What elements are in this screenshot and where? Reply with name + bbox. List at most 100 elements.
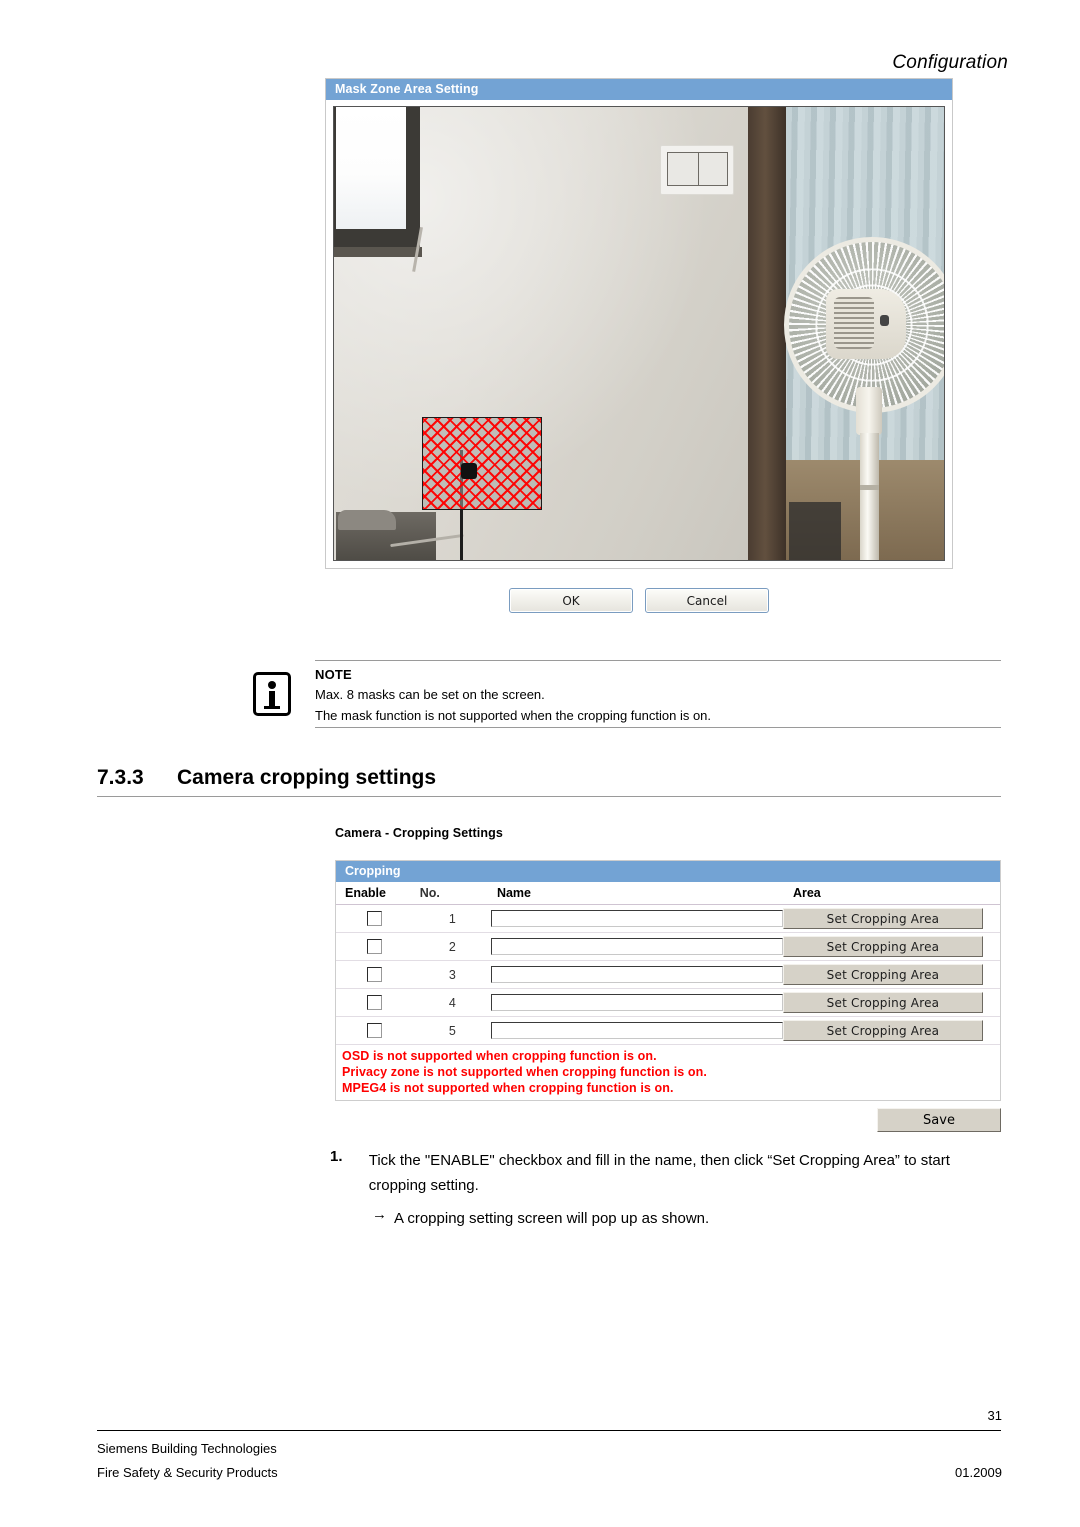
cell-no: 4 — [413, 988, 491, 1017]
cell-no: 3 — [413, 960, 491, 989]
set-cropping-area-button-3[interactable]: Set Cropping Area — [782, 964, 983, 985]
name-input-4[interactable] — [490, 994, 783, 1011]
cell-enable — [336, 932, 414, 961]
note-rule-bottom — [315, 727, 1001, 728]
mask-dialog-button-row: OK Cancel — [325, 588, 953, 613]
fan-pole — [860, 433, 879, 560]
cropping-table-head: Enable No. Name Area — [336, 882, 1000, 905]
cropping-table: Enable No. Name Area 1 Set Cropping Area… — [336, 882, 1000, 1045]
cropping-settings-caption: Camera - Cropping Settings — [335, 826, 503, 840]
cell-name — [490, 988, 783, 1017]
wall-outlet — [461, 463, 477, 479]
set-cropping-area-button-5[interactable]: Set Cropping Area — [782, 1020, 983, 1041]
light-switch-rocker — [667, 152, 728, 186]
name-input-2[interactable] — [490, 938, 783, 955]
mask-zone-area-setting-dialog: Mask Zone Area Setting — [325, 78, 953, 569]
footer-rule — [97, 1430, 1001, 1431]
cropping-table-body: 1 Set Cropping Area 2 Set Cropping Area … — [336, 904, 1000, 1045]
instruction-steps: 1. Tick the "ENABLE" checkbox and fill i… — [330, 1148, 1010, 1231]
window-frame — [334, 107, 420, 255]
set-cropping-area-button-1[interactable]: Set Cropping Area — [782, 908, 983, 929]
mask-dialog-titlebar: Mask Zone Area Setting — [326, 79, 952, 100]
warning-mpeg4: MPEG4 is not supported when cropping fun… — [342, 1081, 674, 1095]
cancel-button[interactable]: Cancel — [645, 588, 769, 613]
cell-name — [490, 1016, 783, 1045]
enable-checkbox-4[interactable] — [367, 994, 383, 1010]
electric-fan — [784, 237, 944, 560]
fan-pole-collar — [860, 485, 879, 490]
column-header-area: Area — [782, 882, 1000, 905]
column-header-enable: Enable — [336, 882, 414, 905]
step-1: 1. Tick the "ENABLE" checkbox and fill i… — [330, 1148, 1010, 1198]
step-1-text: Tick the "ENABLE" checkbox and fill in t… — [368, 1152, 950, 1194]
cell-enable — [336, 960, 414, 989]
cell-enable — [336, 988, 414, 1017]
door-frame-post — [748, 107, 786, 560]
table-row: 2 Set Cropping Area — [336, 932, 1000, 961]
cropping-warnings: OSD is not supported when cropping funct… — [336, 1045, 1000, 1100]
warning-osd: OSD is not supported when cropping funct… — [342, 1049, 657, 1063]
ok-button[interactable]: OK — [509, 588, 633, 613]
cell-area: Set Cropping Area — [782, 988, 1000, 1017]
footer-company: Siemens Building Technologies — [97, 1441, 277, 1456]
fan-hub — [880, 315, 889, 326]
column-header-no: No. — [413, 882, 491, 905]
table-row: 3 Set Cropping Area — [336, 960, 1000, 989]
cloth-on-table — [338, 510, 396, 530]
cropping-panel: Cropping Enable No. Name Area 1 Set Crop… — [335, 860, 1001, 1101]
fan-neck — [856, 387, 882, 435]
section-title: Camera cropping settings — [177, 766, 437, 789]
arrow-right-icon: → — [372, 1206, 387, 1223]
cropping-panel-titlebar: Cropping — [336, 861, 1000, 882]
step-1-result: → A cropping setting screen will pop up … — [330, 1206, 1010, 1231]
window-sill — [334, 247, 422, 257]
name-input-3[interactable] — [490, 966, 783, 983]
mask-dialog-body — [326, 100, 952, 568]
enable-checkbox-2[interactable] — [367, 938, 383, 954]
enable-checkbox-3[interactable] — [367, 966, 383, 982]
footer-date: 01.2009 — [955, 1465, 1002, 1480]
step-1-result-text: A cropping setting screen will pop up as… — [394, 1210, 710, 1227]
note-body: NOTE Max. 8 masks can be set on the scre… — [315, 660, 1001, 728]
column-header-name: Name — [490, 882, 783, 905]
enable-checkbox-5[interactable] — [367, 1022, 383, 1038]
name-input-1[interactable] — [490, 910, 783, 927]
set-cropping-area-button-4[interactable]: Set Cropping Area — [782, 992, 983, 1013]
fan-motor-vents — [834, 297, 874, 349]
name-input-5[interactable] — [490, 1022, 783, 1039]
save-button-row: Save — [335, 1108, 1001, 1132]
footer-division: Fire Safety & Security Products — [97, 1465, 278, 1480]
step-1-number: 1. — [330, 1148, 343, 1165]
warning-privacy-zone: Privacy zone is not supported when cropp… — [342, 1065, 707, 1079]
page-header-configuration: Configuration — [892, 52, 1008, 73]
set-cropping-area-button-2[interactable]: Set Cropping Area — [782, 936, 983, 957]
cell-area: Set Cropping Area — [782, 960, 1000, 989]
note-block: NOTE Max. 8 masks can be set on the scre… — [253, 660, 1001, 728]
note-line-1: Max. 8 masks can be set on the screen. — [315, 687, 545, 702]
cell-area: Set Cropping Area — [782, 904, 1000, 933]
camera-live-view[interactable] — [333, 106, 945, 561]
cropping-table-header-row: Enable No. Name Area — [336, 882, 1000, 905]
info-icon — [253, 672, 291, 716]
page-number: 31 — [987, 1408, 1002, 1423]
section-heading-row: 7.3.3 Camera cropping settings — [97, 766, 1001, 796]
save-button[interactable]: Save — [877, 1108, 1001, 1132]
cell-no: 5 — [413, 1016, 491, 1045]
enable-checkbox-1[interactable] — [367, 910, 383, 926]
mask-zone-rectangle[interactable] — [422, 417, 542, 510]
light-switch-plate — [660, 145, 734, 195]
cell-no: 1 — [413, 904, 491, 933]
cell-enable — [336, 1016, 414, 1045]
cell-no: 2 — [413, 932, 491, 961]
cell-area: Set Cropping Area — [782, 932, 1000, 961]
info-icon-dot — [268, 681, 276, 689]
section-number: 7.3.3 — [97, 766, 144, 789]
section-rule — [97, 796, 1001, 797]
light-switch-divider — [697, 153, 699, 185]
cell-area: Set Cropping Area — [782, 1016, 1000, 1045]
cell-name — [490, 932, 783, 961]
table-row: 5 Set Cropping Area — [336, 1016, 1000, 1045]
note-title: NOTE — [315, 667, 352, 682]
cell-name — [490, 960, 783, 989]
info-icon-base — [264, 706, 280, 709]
